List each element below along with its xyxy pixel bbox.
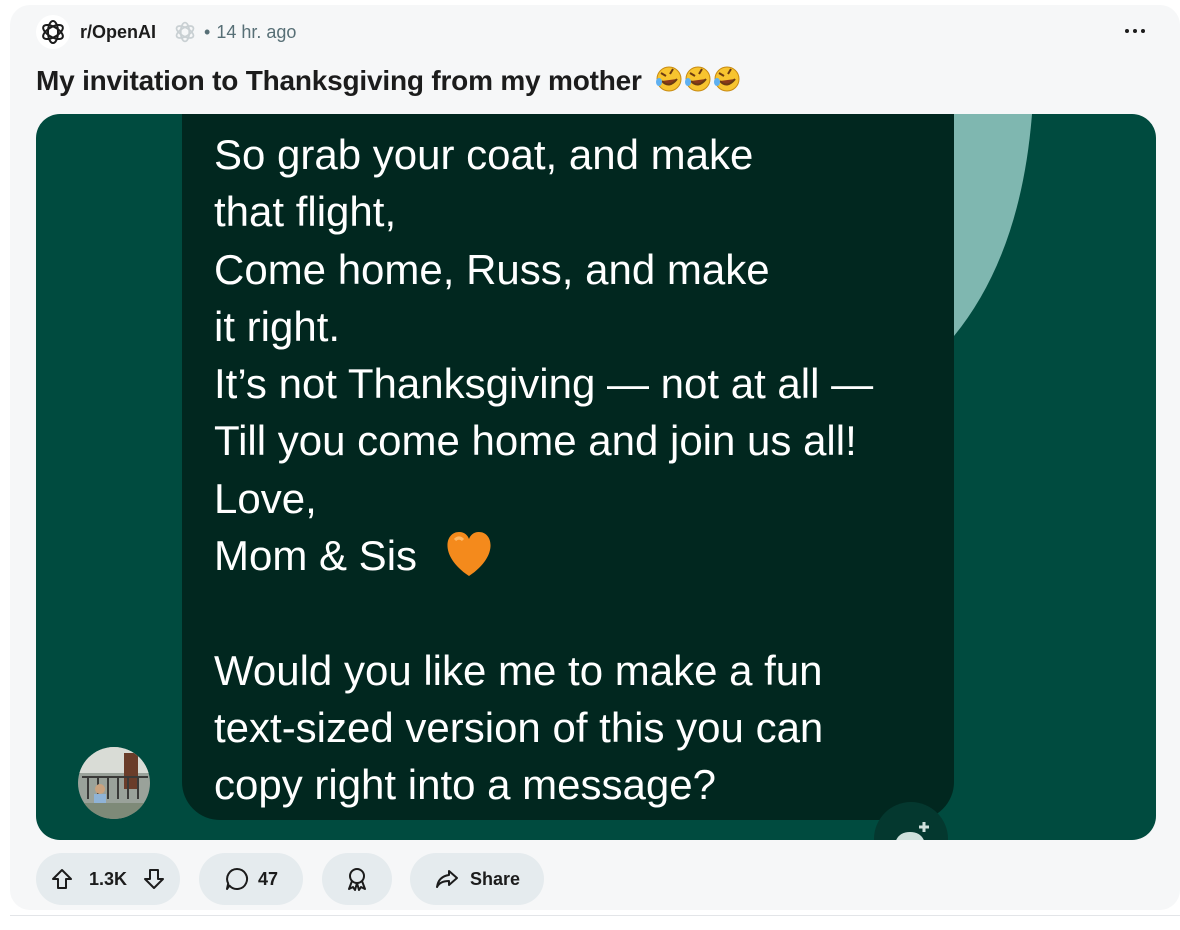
menu-dot: [1141, 29, 1145, 33]
share-label: Share: [469, 868, 521, 889]
comments-button[interactable]: 47: [199, 853, 303, 905]
subreddit-name[interactable]: r/OpenAI: [80, 22, 156, 43]
post-title[interactable]: My invitation to Thanksgiving from my mo…: [36, 64, 745, 97]
rofl-emoji-group: [656, 66, 740, 92]
openai-logo-icon: [175, 21, 195, 43]
question-line: Would you like me to make a fun: [214, 646, 823, 694]
poem-line: Love,: [214, 474, 317, 522]
poem-line: it right.: [214, 302, 341, 350]
arrow-down-icon[interactable]: [142, 867, 166, 891]
upvote-count: 1.3K: [88, 868, 128, 889]
heart-shape: [447, 532, 491, 577]
post-image[interactable]: So grab your coat, and make that flight,…: [36, 114, 1156, 840]
award-button[interactable]: [322, 853, 392, 905]
share-button[interactable]: Share: [410, 853, 544, 905]
poem-line: So grab your coat, and make: [214, 131, 754, 178]
comment-shape: [225, 868, 248, 890]
post-title-text: My invitation to Thanksgiving from my mo…: [36, 65, 642, 96]
poem-line: Come home, Russ, and make: [214, 245, 770, 293]
signature-text: Mom & Sis: [214, 532, 418, 580]
meta-separator: •: [204, 21, 211, 42]
downvote-shape: [144, 869, 164, 889]
menu-dot: [1133, 29, 1137, 33]
share-arrow-icon: [434, 866, 460, 892]
community-badge: [172, 19, 198, 45]
user-avatar: [78, 747, 150, 819]
question-line: copy right into a message?: [214, 761, 716, 809]
laughing-emoji-icon: [655, 64, 745, 94]
subreddit-avatar[interactable]: [36, 15, 70, 49]
comment-bubble-icon: [224, 866, 250, 892]
poem-line: Till you come home and join us all!: [214, 417, 857, 465]
openai-logo-icon: [42, 20, 64, 44]
poem-line: that flight,: [214, 188, 397, 236]
more-horizontal-icon: [1125, 29, 1129, 33]
award-shape: [348, 868, 366, 891]
vote-control: 1.3K: [36, 853, 180, 905]
avatar-photo: [78, 747, 150, 819]
divider: [10, 915, 1180, 916]
post-header: r/OpenAI • 14 hr. ago: [36, 14, 296, 50]
comment-count: 47: [257, 868, 279, 889]
award-icon: [344, 866, 370, 892]
poem-line: It’s not Thanksgiving — not at all —: [214, 360, 874, 408]
arrow-up-icon[interactable]: [50, 867, 74, 891]
poem-text: So grab your coat, and make that flight,…: [214, 126, 934, 814]
upvote-shape: [52, 869, 72, 889]
more-options-button[interactable]: [1118, 16, 1152, 46]
signature-line: Mom & Sis: [214, 527, 934, 584]
ghost-plus-shape: [896, 822, 929, 840]
question-line: text-sized version of this you can: [214, 703, 824, 751]
orange-heart-icon: [443, 530, 495, 592]
post-timestamp: 14 hr. ago: [216, 21, 297, 42]
ai-assistant-icon: [874, 802, 948, 840]
share-shape: [435, 870, 458, 888]
